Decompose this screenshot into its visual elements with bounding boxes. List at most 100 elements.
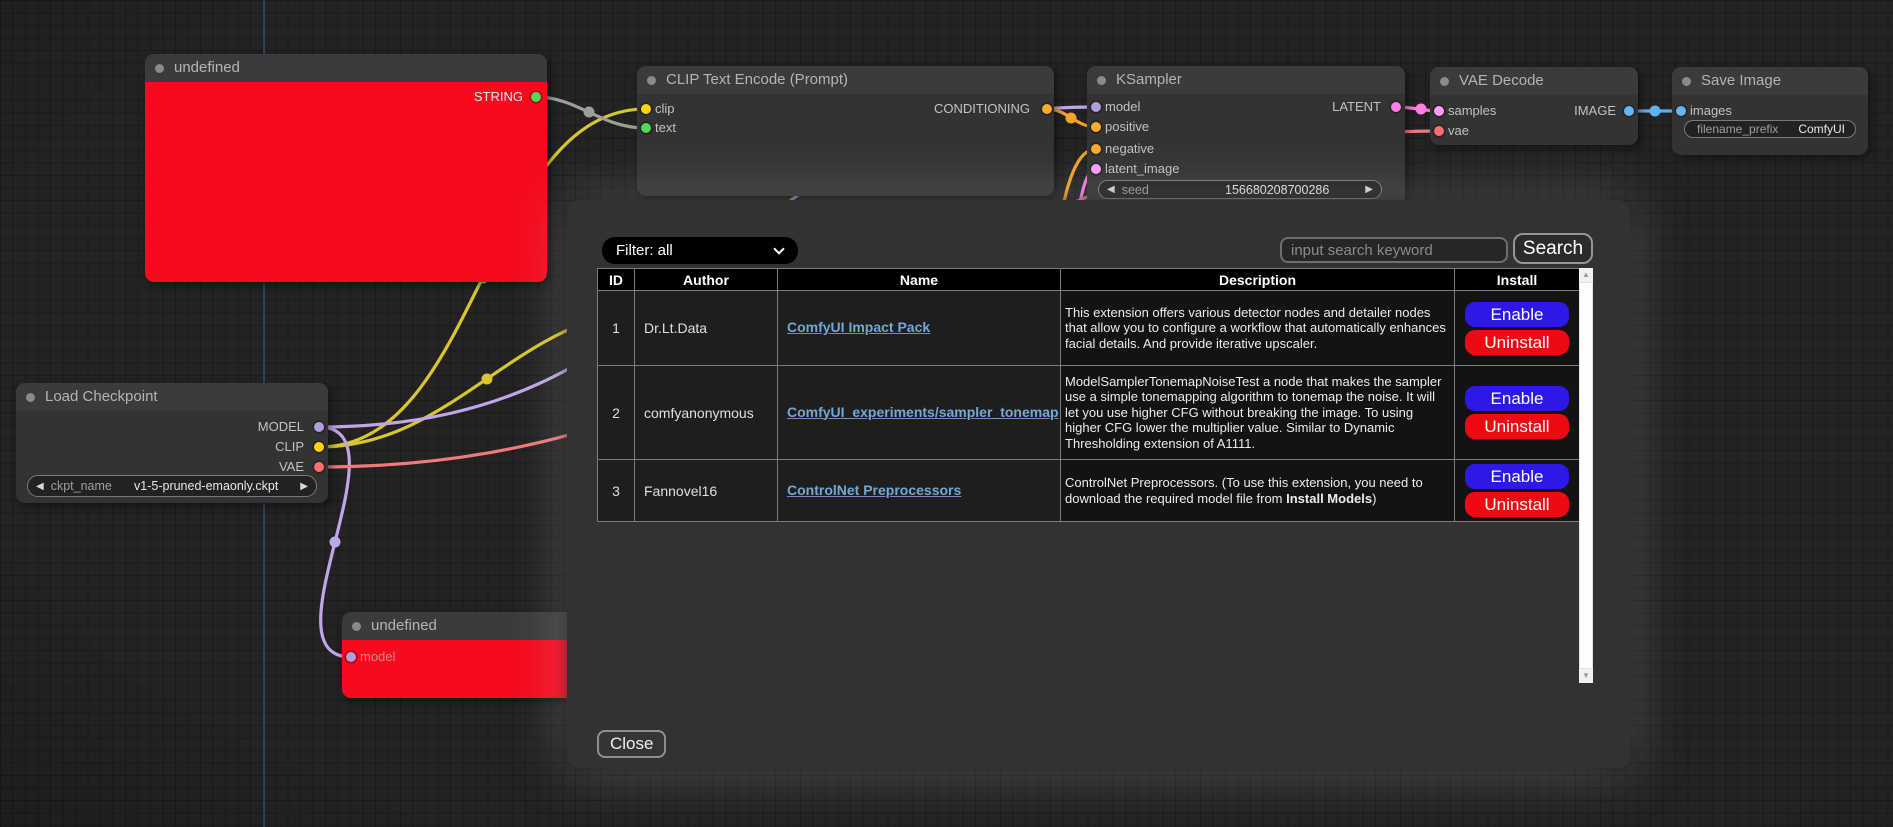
extension-link[interactable]: ComfyUI Impact Pack	[787, 319, 930, 335]
enable-button[interactable]: Enable	[1465, 464, 1569, 489]
cell-author: comfyanonymous	[635, 366, 778, 460]
node-title-text: KSampler	[1116, 71, 1182, 88]
close-button[interactable]: Close	[597, 730, 666, 758]
output-label-vae: VAE	[279, 459, 304, 475]
port-latent-image-input[interactable]	[1091, 164, 1101, 174]
node-clip-text-encode[interactable]: CLIP Text Encode (Prompt) clip text COND…	[637, 66, 1054, 196]
node-title-text: Save Image	[1701, 72, 1781, 89]
port-clip-input[interactable]	[641, 104, 651, 114]
col-header-install: Install	[1455, 269, 1580, 291]
comfyui-canvas[interactable]: undefined STRING CLIP Text Encode (Promp…	[0, 0, 1893, 827]
wire-dot-latent	[1416, 104, 1427, 115]
node-title-bar[interactable]: undefined	[145, 54, 547, 82]
col-header-name: Name	[778, 269, 1061, 291]
input-label-samples: samples	[1448, 103, 1496, 119]
uninstall-button[interactable]: Uninstall	[1465, 330, 1569, 355]
output-label-clip: CLIP	[275, 439, 304, 455]
port-latent-output[interactable]	[1391, 102, 1401, 112]
node-collapse-dot-icon[interactable]	[1682, 77, 1691, 86]
output-label-image: IMAGE	[1574, 103, 1616, 119]
scroll-up-icon[interactable]: ▲	[1579, 268, 1593, 282]
filename-prefix-widget[interactable]: filename_prefix ComfyUI	[1684, 120, 1856, 138]
input-label-latent-image: latent_image	[1105, 161, 1179, 177]
ckpt-name-value: v1-5-pruned-emaonly.ckpt	[134, 479, 278, 493]
ckpt-name-widget[interactable]: ◀ ckpt_name v1-5-pruned-emaonly.ckpt ▶	[27, 475, 317, 497]
port-model-output[interactable]	[314, 422, 324, 432]
enable-button[interactable]: Enable	[1465, 302, 1569, 327]
port-samples-input[interactable]	[1434, 106, 1444, 116]
seed-widget[interactable]: ◀ seed 156680208700286 ▶	[1098, 180, 1382, 199]
node-collapse-dot-icon[interactable]	[26, 393, 35, 402]
node-title-bar[interactable]: VAE Decode	[1430, 67, 1638, 95]
node-title-bar[interactable]: Save Image	[1672, 67, 1868, 95]
cell-id: 1	[598, 291, 635, 366]
seed-widget-value: 156680208700286	[1225, 183, 1329, 197]
input-label-clip: clip	[655, 101, 675, 117]
next-arrow-icon[interactable]: ▶	[300, 481, 308, 492]
wire-dot-conditioning	[1066, 113, 1077, 124]
seed-widget-label: seed	[1122, 183, 1149, 197]
port-string-output[interactable]	[531, 92, 541, 102]
filename-prefix-label: filename_prefix	[1697, 122, 1778, 136]
col-header-author: Author	[635, 269, 778, 291]
increment-arrow-icon[interactable]: ▶	[1365, 184, 1373, 195]
port-vae-output[interactable]	[314, 462, 324, 472]
node-ksampler[interactable]: KSampler model positive negative latent_…	[1087, 66, 1405, 206]
node-load-checkpoint[interactable]: Load Checkpoint MODEL CLIP VAE ◀ ckpt_na…	[16, 383, 328, 503]
node-title-text: VAE Decode	[1459, 72, 1544, 89]
cell-description: ControlNet Preprocessors. (To use this e…	[1061, 460, 1455, 522]
cell-author: Fannovel16	[635, 460, 778, 522]
node-undefined-string[interactable]: undefined STRING	[145, 54, 547, 282]
port-model-input[interactable]	[1091, 102, 1101, 112]
node-vae-decode[interactable]: VAE Decode samples vae IMAGE	[1430, 67, 1638, 145]
search-input[interactable]	[1280, 237, 1508, 263]
node-title-bar[interactable]: CLIP Text Encode (Prompt)	[637, 66, 1054, 94]
enable-button[interactable]: Enable	[1465, 386, 1569, 411]
node-collapse-dot-icon[interactable]	[155, 64, 164, 73]
input-label-model: model	[1105, 99, 1140, 115]
port-model-input[interactable]	[346, 652, 356, 662]
node-collapse-dot-icon[interactable]	[1097, 76, 1106, 85]
node-collapse-dot-icon[interactable]	[647, 76, 656, 85]
table-scrollbar[interactable]: ▲ ▼	[1579, 268, 1593, 683]
port-text-input[interactable]	[641, 123, 651, 133]
input-label-images: images	[1690, 103, 1732, 119]
scrollbar-thumb[interactable]	[1579, 282, 1593, 669]
port-images-input[interactable]	[1676, 106, 1686, 116]
ckpt-name-label: ckpt_name	[51, 479, 112, 493]
decrement-arrow-icon[interactable]: ◀	[1107, 184, 1115, 195]
search-button[interactable]: Search	[1513, 233, 1593, 264]
node-save-image[interactable]: Save Image images filename_prefix ComfyU…	[1672, 67, 1868, 155]
cell-id: 2	[598, 366, 635, 460]
port-clip-output[interactable]	[314, 442, 324, 452]
node-title-bar[interactable]: Load Checkpoint	[16, 383, 328, 411]
input-label-text: text	[655, 120, 676, 136]
filename-prefix-value: ComfyUI	[1798, 122, 1845, 136]
port-negative-input[interactable]	[1091, 144, 1101, 154]
extension-link[interactable]: ComfyUI_experiments/sampler_tonemap	[787, 404, 1059, 420]
cell-install: Enable Uninstall	[1455, 366, 1580, 460]
table-row: 1 Dr.Lt.Data ComfyUI Impact Pack This ex…	[598, 291, 1580, 366]
uninstall-button[interactable]: Uninstall	[1465, 492, 1569, 517]
cell-description: ModelSamplerTonemapNoiseTest a node that…	[1061, 366, 1455, 460]
wire-string-text	[536, 97, 646, 128]
node-collapse-dot-icon[interactable]	[1440, 77, 1449, 86]
node-title-text: undefined	[174, 59, 240, 76]
node-title-bar[interactable]: undefined	[342, 612, 577, 640]
cell-description: This extension offers various detector n…	[1061, 291, 1455, 366]
prev-arrow-icon[interactable]: ◀	[36, 481, 44, 492]
port-vae-input[interactable]	[1434, 126, 1444, 136]
port-positive-input[interactable]	[1091, 122, 1101, 132]
filter-select[interactable]: Filter: all	[602, 237, 798, 264]
scroll-down-icon[interactable]: ▼	[1579, 669, 1593, 683]
node-collapse-dot-icon[interactable]	[352, 622, 361, 631]
extension-link[interactable]: ControlNet Preprocessors	[787, 482, 961, 498]
port-conditioning-output[interactable]	[1042, 104, 1052, 114]
port-image-output[interactable]	[1624, 106, 1634, 116]
node-undefined-model[interactable]: undefined model	[342, 612, 577, 698]
uninstall-button[interactable]: Uninstall	[1465, 414, 1569, 439]
filter-select-wrap: Filter: all	[602, 237, 798, 264]
node-title-bar[interactable]: KSampler	[1087, 66, 1405, 94]
cell-id: 3	[598, 460, 635, 522]
input-label-model: model	[360, 649, 395, 665]
